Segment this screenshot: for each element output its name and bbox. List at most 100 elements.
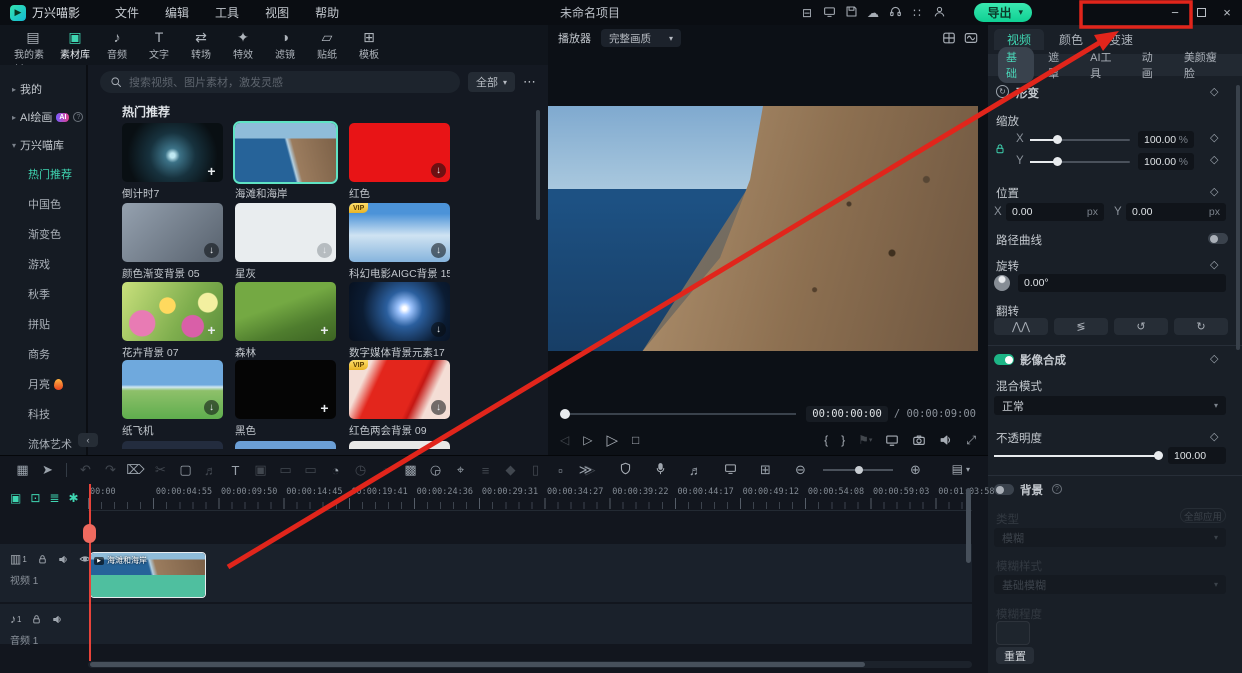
more-options-button[interactable]: ⋯ — [523, 74, 536, 90]
subtab-mask[interactable]: 遮罩 — [1040, 47, 1076, 83]
redo-icon[interactable]: ↷ — [98, 462, 123, 478]
asset-red[interactable]: ↓ 红色 — [349, 123, 450, 201]
clip-tool-icon[interactable]: ▯ — [523, 462, 548, 478]
asset-beach-coast[interactable]: 海滩和海岸 — [235, 123, 336, 201]
rotate-ccw-button[interactable]: ↺ — [1114, 318, 1168, 335]
translate-icon[interactable]: ▭ — [298, 462, 323, 478]
text-tool-icon[interactable]: T — [223, 463, 248, 478]
save-icon[interactable] — [840, 5, 862, 21]
lock-ratio-icon[interactable] — [994, 143, 1006, 155]
asset-scifi-aigc-bg[interactable]: VIP↓ 科幻电影AIGC背景 15 — [349, 203, 450, 281]
chroma-key-icon[interactable]: ▩ — [398, 462, 423, 478]
scope-icon[interactable] — [964, 31, 978, 45]
scale-x-slider[interactable] — [1030, 139, 1130, 141]
snapshot-icon[interactable] — [912, 433, 926, 447]
menu-help[interactable]: 帮助 — [302, 4, 352, 21]
keyframe-icon[interactable]: ◇ — [1210, 258, 1218, 271]
previous-frame-button[interactable]: ◁ — [560, 433, 569, 447]
play-button[interactable]: ▷ — [606, 431, 618, 449]
asset-red-silk-bg[interactable]: VIP↓ 红色两会背景 09 — [349, 360, 450, 438]
blur-amount-swatch[interactable] — [996, 621, 1030, 645]
help-icon[interactable]: ? — [73, 112, 83, 122]
flag-marker-button[interactable]: ⚑▾ — [858, 433, 872, 447]
download-icon[interactable]: ↓ — [204, 243, 219, 258]
minimize-button[interactable]: − — [1162, 5, 1188, 20]
split-preview-icon[interactable] — [942, 31, 956, 45]
fullscreen-icon[interactable]: ⤢ — [966, 433, 976, 448]
apply-all-button[interactable]: 全部应用 — [1180, 508, 1226, 523]
crop-icon[interactable]: ▢ — [173, 462, 198, 478]
keyframe-icon[interactable]: ◇ — [1210, 352, 1218, 365]
asset-flower-bg[interactable]: + 花卉背景 07 — [122, 282, 223, 360]
scale-x-value[interactable]: 100.00% — [1138, 131, 1194, 148]
subtab-ai-tools[interactable]: AI工具 — [1082, 47, 1128, 83]
render-preview-icon[interactable]: ▷ — [578, 462, 603, 478]
undo-icon[interactable]: ↶ — [73, 462, 98, 478]
asset-partial[interactable] — [235, 441, 336, 449]
link-icon[interactable]: ⊡ — [30, 491, 40, 505]
asset-countdown7[interactable]: + 倒计时7 — [122, 123, 223, 201]
help-icon[interactable]: ? — [1052, 484, 1062, 494]
video-preview[interactable] — [548, 106, 978, 351]
tab-filters[interactable]: ◑滤镜 — [266, 29, 304, 61]
asset-partial[interactable] — [349, 441, 450, 449]
rotate-value[interactable]: 0.00° — [1018, 274, 1226, 292]
audio-effect-icon[interactable]: ▣ — [248, 462, 273, 478]
seek-bar[interactable] — [560, 413, 796, 415]
search-input[interactable]: 搜索视频、图片素材，激发灵感 — [100, 71, 460, 93]
position-y-value[interactable]: 0.00px — [1126, 203, 1226, 221]
mute-icon[interactable] — [58, 554, 69, 565]
sidebar-item-china-color[interactable]: 中国色 — [0, 189, 86, 219]
color-icon[interactable]: ◑ — [373, 463, 398, 478]
scale-y-slider[interactable] — [1030, 161, 1130, 163]
restore-button[interactable] — [1188, 5, 1214, 20]
download-icon[interactable]: ↓ — [431, 243, 446, 258]
seek-handle[interactable] — [560, 409, 570, 419]
subtab-basic[interactable]: 基础 — [998, 47, 1034, 83]
blur-style-dropdown[interactable]: 基础模糊▾ — [994, 575, 1226, 594]
transform-icon[interactable]: ↻ — [996, 85, 1009, 98]
keyframe-icon[interactable]: ◇ — [1210, 85, 1218, 98]
timer-icon[interactable]: ◶ — [423, 462, 448, 478]
audio-mixer-icon[interactable]: ♬ — [683, 463, 708, 478]
opacity-slider[interactable] — [994, 455, 1160, 457]
account-icon[interactable] — [928, 5, 950, 21]
sidebar-item-gradient[interactable]: 渐变色 — [0, 219, 86, 249]
sidebar-item-autumn[interactable]: 秋季 — [0, 279, 86, 309]
tab-effects[interactable]: ✦特效 — [224, 29, 262, 61]
position-x-value[interactable]: 0.00px — [1006, 203, 1104, 221]
delete-icon[interactable]: ⌦ — [123, 462, 148, 478]
download-icon[interactable]: ↓ — [431, 322, 446, 337]
keyframe-icon[interactable]: ◇ — [1210, 430, 1218, 443]
download-icon[interactable]: ↓ — [317, 243, 332, 258]
asset-stargray[interactable]: ↓ 星灰 — [235, 203, 336, 281]
timeline-v-scrollbar[interactable] — [966, 488, 971, 563]
mute-icon[interactable] — [52, 614, 63, 625]
keyframe-icon[interactable]: ◆ — [498, 462, 523, 478]
sidebar-item-moon[interactable]: 月亮 — [0, 369, 86, 399]
motion-track-icon[interactable]: ⌖ — [448, 462, 473, 478]
quality-dropdown[interactable]: 完整画质▾ — [601, 29, 681, 47]
lock-icon[interactable] — [31, 614, 42, 625]
voiceover-icon[interactable] — [648, 462, 673, 478]
sidebar-item-tech[interactable]: 科技 — [0, 399, 86, 429]
asset-paper-plane[interactable]: ↓ 纸飞机 — [122, 360, 223, 438]
timeline-ruler[interactable]: 00:0000:00:04:5500:00:09:5000:00:14:4500… — [88, 484, 972, 511]
track-manager-button[interactable]: ▤▾ — [952, 462, 970, 476]
menu-file[interactable]: 文件 — [102, 4, 152, 21]
timeline-h-scrollbar[interactable] — [88, 661, 972, 668]
tab-stickers[interactable]: ▱贴纸 — [308, 29, 346, 61]
apps-icon[interactable]: ∷ — [906, 6, 928, 20]
reset-button[interactable]: 重置 — [996, 647, 1034, 664]
properties-scrollbar[interactable] — [1236, 85, 1240, 350]
subtab-beauty[interactable]: 美颜瘦脸 — [1176, 47, 1232, 83]
headset-icon[interactable] — [884, 5, 906, 21]
add-icon[interactable]: + — [204, 322, 219, 337]
toolbox-icon[interactable]: ▦ — [10, 462, 35, 478]
asset-black[interactable]: + 黑色 — [235, 360, 336, 438]
export-button[interactable]: 导出 ▾ — [974, 3, 1032, 22]
mark-out-button[interactable]: } — [841, 433, 845, 447]
asset-digital-media-bg[interactable]: ↓ 数字媒体背景元素17 — [349, 282, 450, 360]
compositing-toggle[interactable] — [994, 354, 1014, 365]
sidebar-item-collage[interactable]: 拼贴 — [0, 309, 86, 339]
